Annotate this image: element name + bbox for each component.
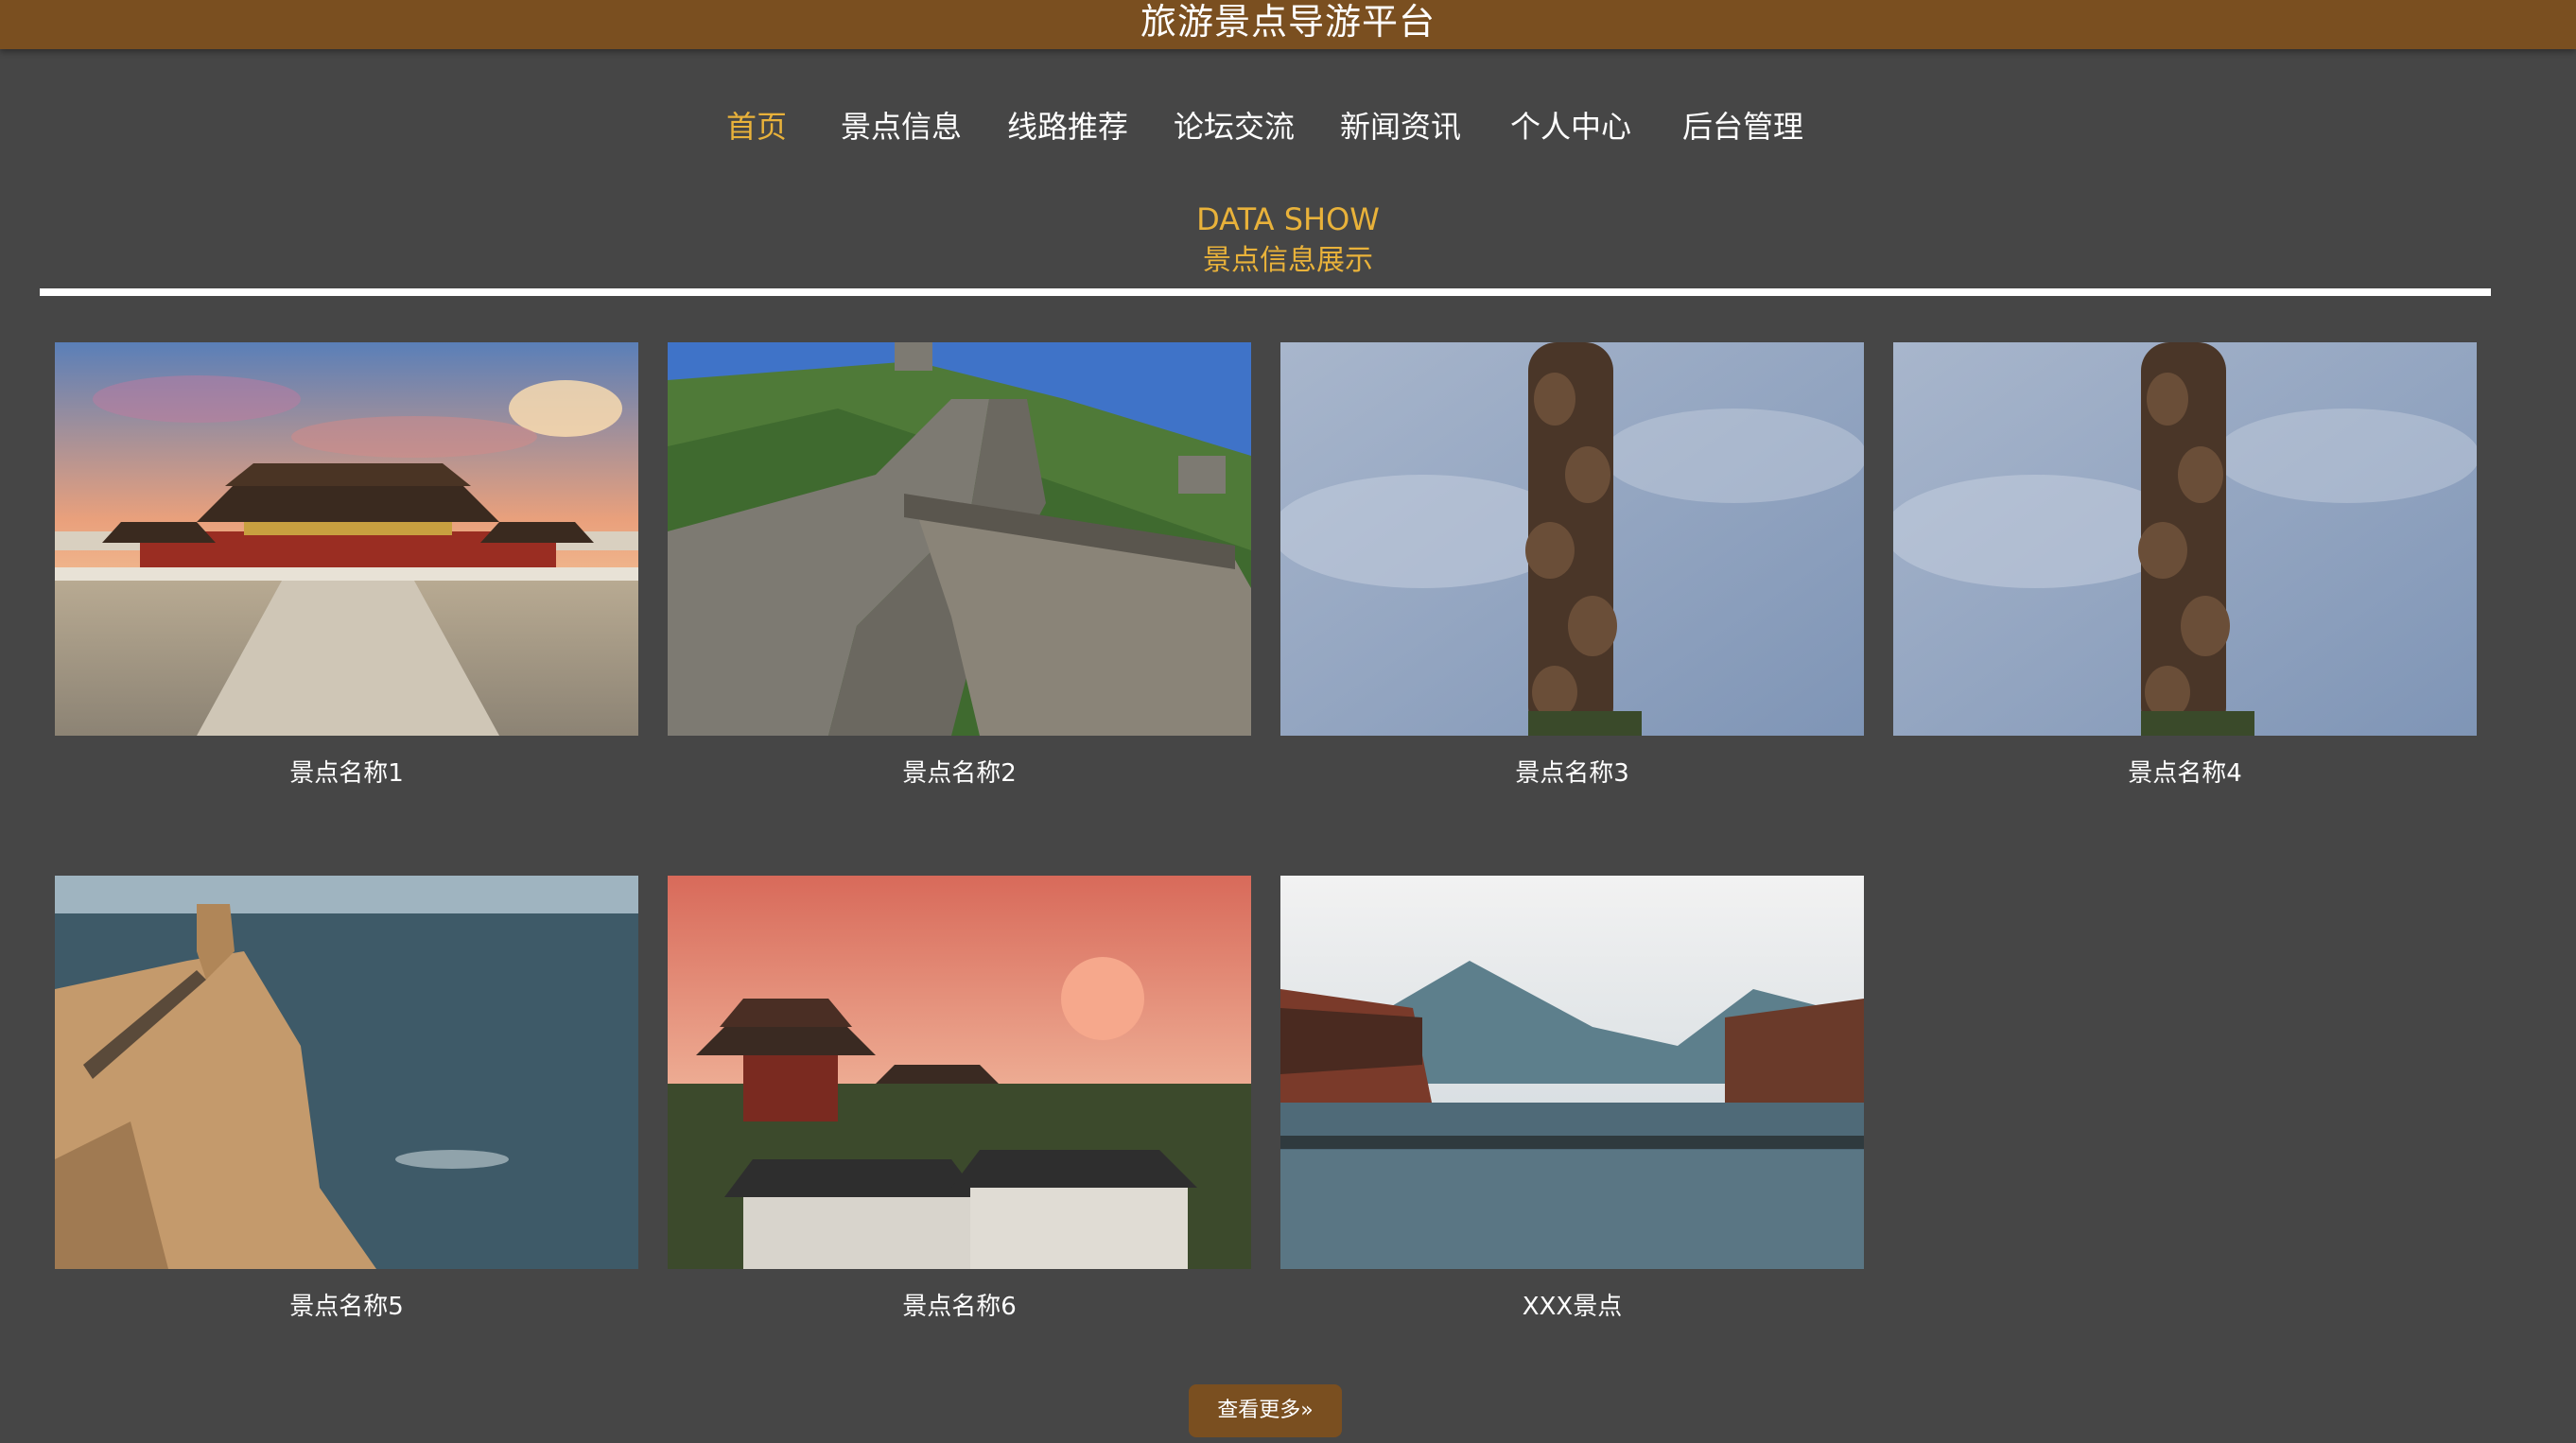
great-wall-photo[interactable] [668,342,1251,736]
view-more-button[interactable]: 查看更多» [1189,1384,1342,1437]
nav-item-profile[interactable]: 个人中心 [1510,98,1631,155]
main-nav: 首页 景点信息 线路推荐 论坛交流 新闻资讯 个人中心 后台管理 [0,98,2576,155]
attraction-name[interactable]: 景点名称3 [1280,755,1864,792]
attraction-card[interactable]: 景点名称5 [55,876,638,1321]
totem-pole-photo[interactable] [1280,342,1864,736]
attraction-card[interactable]: 景点名称2 [668,342,1251,788]
header-bar: 旅游景点导游平台 [0,0,2576,49]
attraction-name[interactable]: 景点名称2 [668,755,1251,792]
nav-item-news[interactable]: 新闻资讯 [1340,98,1461,155]
nav-item-admin[interactable]: 后台管理 [1682,98,1803,155]
totem-pole-photo[interactable] [1893,342,2477,736]
nav-item-forum[interactable]: 论坛交流 [1174,98,1295,155]
attraction-name[interactable]: 景点名称1 [55,755,638,792]
attraction-card[interactable]: XXX景点 [1280,876,1864,1321]
double-chevron-right-icon: » [1300,1399,1314,1422]
attraction-name[interactable]: XXX景点 [1280,1288,1864,1326]
pavilion-sunset-photo[interactable] [668,876,1251,1269]
section-header: DATA SHOW 景点信息展示 [0,199,2576,282]
attraction-name[interactable]: 景点名称5 [55,1288,638,1326]
river-town-photo[interactable] [1280,876,1864,1269]
attraction-card[interactable]: 景点名称1 [55,342,638,788]
sea-cliff-photo[interactable] [55,876,638,1269]
nav-item-routes[interactable]: 线路推荐 [1007,98,1128,155]
nav-item-home[interactable]: 首页 [726,98,787,155]
attraction-name[interactable]: 景点名称6 [668,1288,1251,1326]
view-more-label: 查看更多 [1217,1399,1301,1422]
attraction-name[interactable]: 景点名称4 [1893,755,2477,792]
palace-photo[interactable] [55,342,638,736]
attraction-card[interactable]: 景点名称3 [1280,342,1864,788]
section-title-zh: 景点信息展示 [1203,244,1373,277]
nav-item-attractions[interactable]: 景点信息 [841,98,962,155]
section-divider [40,288,2491,296]
site-title: 旅游景点导游平台 [1140,1,1436,43]
attraction-card[interactable]: 景点名称6 [668,876,1251,1321]
section-title-en: DATA SHOW [1196,201,1380,237]
attraction-card[interactable]: 景点名称4 [1893,342,2477,788]
